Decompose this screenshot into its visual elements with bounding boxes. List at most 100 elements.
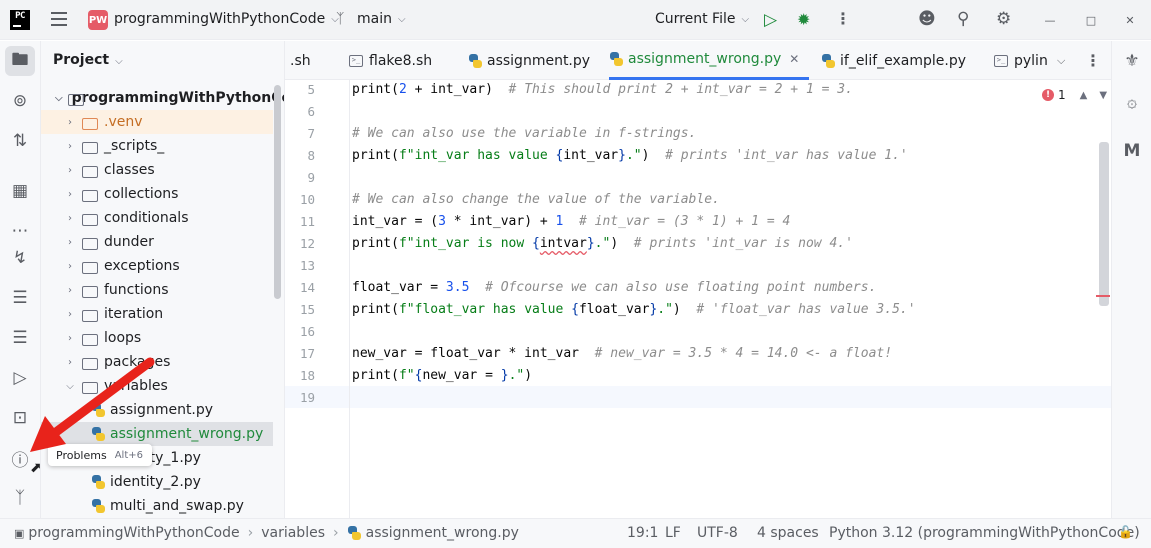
tree-folder[interactable]: › loops [41, 326, 273, 350]
markdown-icon[interactable]: M [1112, 136, 1151, 166]
breadcrumb-file[interactable]: assignment_wrong.py [366, 525, 519, 541]
chevron-right-icon[interactable]: › [63, 237, 77, 248]
code-line[interactable]: float_var = 3.5 # Ofcourse we can also u… [352, 280, 876, 295]
code-line[interactable]: # We can also use the variable in f-stri… [352, 126, 696, 141]
branch-selector[interactable]: main ⌵ [357, 11, 406, 27]
project-badge[interactable]: PW [88, 10, 108, 30]
caret-position[interactable]: 19:1 [627, 525, 658, 541]
folder-icon [81, 356, 99, 370]
folder-icon[interactable]: 🖿 [5, 46, 35, 76]
python-console-icon[interactable]: ↯ [0, 243, 40, 273]
project-panel-title[interactable]: Project ⌵ [53, 52, 123, 68]
debug-icon[interactable]: ✹ [797, 10, 810, 29]
tree-folder[interactable]: › collections [41, 182, 273, 206]
file-encoding[interactable]: UTF-8 [697, 525, 738, 541]
code-line[interactable]: print(f"float_var has value {float_var}.… [352, 302, 916, 317]
tree-folder[interactable]: › _scripts_ [41, 134, 273, 158]
chevron-right-icon[interactable]: › [63, 165, 77, 176]
line-number: 14 [299, 280, 315, 295]
close-tab-icon[interactable]: ✕ [789, 52, 799, 66]
chevron-right-icon[interactable]: › [63, 309, 77, 320]
chevron-right-icon[interactable]: › [63, 261, 77, 272]
todo-icon[interactable]: ☰ [0, 283, 40, 313]
tree-folder[interactable]: › iteration [41, 302, 273, 326]
search-icon[interactable]: ⚲ [957, 9, 969, 29]
tree-folder[interactable]: › classes [41, 158, 273, 182]
python-interpreter[interactable]: Python 3.12 (programmingWithPythonCode) [829, 525, 1140, 541]
breadcrumb-project[interactable]: programmingWithPythonCode [28, 525, 239, 541]
maximize-button[interactable]: □ [1080, 9, 1102, 31]
layers-icon[interactable]: ☰ [0, 323, 40, 353]
tree-folder[interactable]: › conditionals [41, 206, 273, 230]
breadcrumb-folder[interactable]: variables [261, 525, 325, 541]
ai-assistant-icon[interactable]: ۞ [1112, 86, 1151, 116]
run-icon[interactable]: ▷ [764, 10, 777, 30]
tree-root[interactable]: ⌵ programmingWithPythonCode [41, 86, 284, 110]
settings-icon[interactable]: ⚙ [996, 9, 1011, 29]
commit-icon[interactable]: ⊚ [0, 86, 40, 116]
error-indicator[interactable]: ! 1 ▲ ▼ [1042, 88, 1107, 102]
tabs-overflow-chevron-icon[interactable]: ⌵ [1057, 41, 1065, 80]
notifications-icon[interactable]: ⚜ [1112, 46, 1151, 76]
tree-item-label: functions [104, 282, 169, 298]
chevron-right-icon[interactable]: › [63, 189, 77, 200]
pull-requests-icon[interactable]: ⇅ [0, 126, 40, 156]
editor-scrollbar[interactable] [1099, 142, 1109, 306]
git-icon[interactable]: ᛉ [0, 483, 40, 513]
close-button[interactable]: ✕ [1119, 9, 1141, 31]
chevron-right-icon[interactable]: › [63, 333, 77, 344]
tree-file[interactable]: assignment_wrong.py [41, 422, 273, 446]
structure-icon[interactable]: ▦ [0, 176, 40, 206]
chevron-right-icon[interactable]: › [63, 213, 77, 224]
chevron-up-icon[interactable]: ▲ [1080, 90, 1088, 101]
tree-file[interactable]: identity_2.py [41, 470, 273, 494]
chevron-down-icon[interactable]: ▼ [1099, 90, 1107, 101]
tab-pylint[interactable]: >_ pylin [994, 41, 1048, 80]
chevron-right-icon[interactable]: › [63, 141, 77, 152]
more-icon[interactable]: ⋯ [0, 216, 40, 246]
tree-folder[interactable]: › functions [41, 278, 273, 302]
code-line[interactable]: print(2 + int_var) # This should print 2… [352, 82, 853, 97]
project-selector[interactable]: programmingWithPythonCode ⌵ [114, 11, 339, 27]
code-line[interactable]: print(f"int_var is now {intvar}.") # pri… [352, 236, 853, 251]
add-user-icon[interactable]: ☻ [918, 9, 936, 29]
tooltip-shortcut: Alt+6 [114, 449, 143, 461]
tree-file[interactable]: assignment.py [41, 398, 273, 422]
tree-folder[interactable]: › dunder [41, 230, 273, 254]
terminal-icon[interactable]: ⊡ [0, 403, 40, 433]
project-scrollbar[interactable] [274, 85, 281, 299]
editor-tabs: .sh >_ flake8.sh assignment.py assignment… [285, 41, 1111, 80]
run-icon[interactable]: ▷ [0, 363, 40, 393]
more-actions-icon[interactable]: ⋮ [835, 9, 851, 28]
code-line[interactable]: new_var = float_var * int_var # new_var … [352, 346, 892, 361]
error-stripe-mark[interactable] [1096, 295, 1110, 297]
chevron-right-icon[interactable]: › [63, 117, 77, 128]
tree-file[interactable]: multi_and_swap.py [41, 494, 273, 518]
tree-folder[interactable]: › .venv [41, 110, 273, 134]
indent-setting[interactable]: 4 spaces [757, 525, 819, 541]
chevron-right-icon[interactable]: › [63, 357, 77, 368]
tree-folder[interactable]: ⌵ variables [41, 374, 273, 398]
code-line[interactable]: print(f"{new_var = }.") [352, 368, 532, 383]
lock-icon[interactable]: 🔓 [1118, 525, 1133, 539]
tabs-more-icon[interactable]: ⋮ [1085, 41, 1101, 80]
code-editor[interactable]: 5 print(2 + int_var) # This should print … [285, 80, 1111, 518]
tree-folder[interactable]: › packages [41, 350, 273, 374]
main-menu-button[interactable] [50, 12, 68, 26]
chevron-down-icon[interactable]: ⌵ [63, 381, 77, 392]
chevron-right-icon[interactable]: › [63, 285, 77, 296]
run-configuration-selector[interactable]: Current File ⌵ [655, 11, 749, 27]
code-line[interactable]: int_var = (3 * int_var) + 1 # int_var = … [352, 214, 790, 229]
expand-arrow-icon[interactable]: ⌵ [55, 93, 63, 104]
code-line[interactable]: print(f"int_var has value {int_var}.") #… [352, 148, 908, 163]
minimize-button[interactable]: — [1039, 9, 1061, 31]
tab-assignment-wrong[interactable]: assignment_wrong.py ✕ [609, 41, 809, 80]
tree-folder[interactable]: › exceptions [41, 254, 273, 278]
tab-assignment[interactable]: assignment.py [468, 41, 590, 80]
tab-flake8[interactable]: >_ flake8.sh [349, 41, 432, 80]
tab-if-elif-example[interactable]: if_elif_example.py [821, 41, 966, 80]
code-line[interactable]: # We can also change the value of the va… [352, 192, 720, 207]
line-separator[interactable]: LF [665, 525, 681, 541]
tree-item-label: packages [104, 354, 171, 370]
tab-sh[interactable]: .sh [290, 41, 311, 80]
